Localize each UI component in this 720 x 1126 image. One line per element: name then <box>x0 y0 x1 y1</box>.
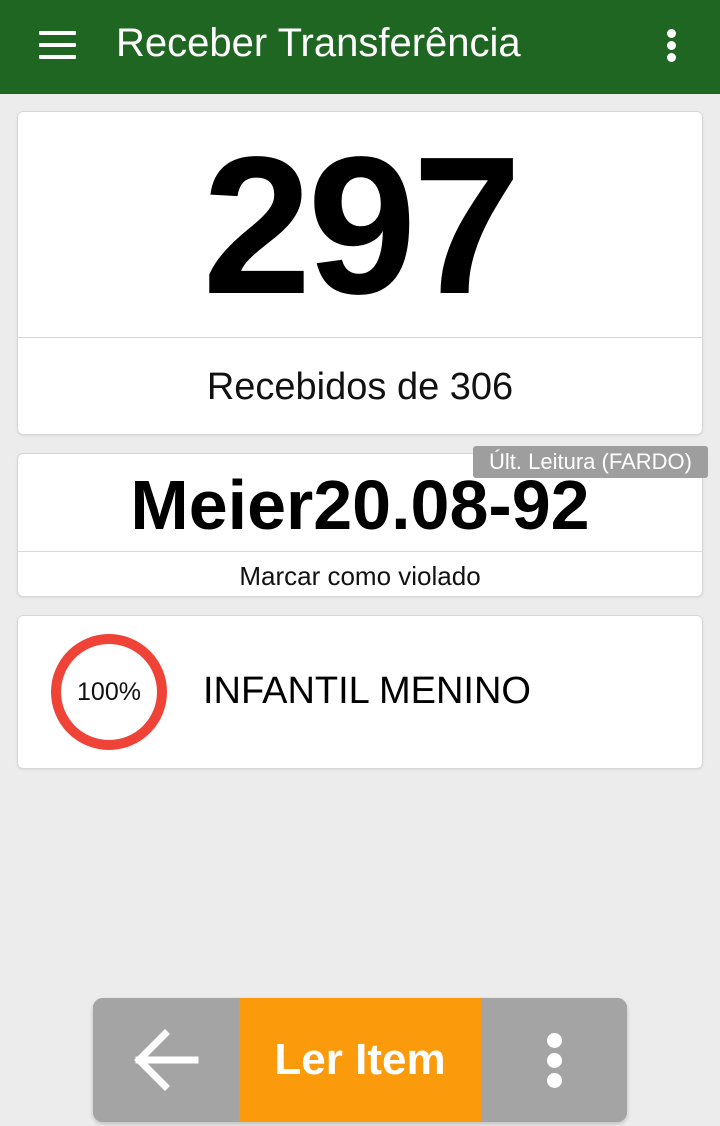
menu-line <box>39 55 76 59</box>
arrow-left-icon <box>134 1029 199 1091</box>
menu-dot <box>547 1073 562 1088</box>
read-item-button[interactable]: Ler Item <box>239 998 481 1122</box>
progress-percent: 100% <box>77 678 141 706</box>
menu-dot <box>547 1053 562 1068</box>
received-total-label: Recebidos de 306 <box>206 366 514 408</box>
back-button[interactable] <box>93 998 239 1122</box>
page-title: Receber Transferência <box>116 21 521 65</box>
menu-dot <box>667 53 676 62</box>
mark-violated-button[interactable]: Marcar como violado <box>18 558 702 596</box>
divider <box>18 551 702 552</box>
received-count-card: 297 Recebidos de 306 <box>17 111 703 435</box>
hamburger-menu-icon[interactable] <box>28 22 86 68</box>
menu-dot <box>667 29 676 38</box>
menu-line <box>39 31 76 35</box>
app-bar: Receber Transferência <box>0 0 720 94</box>
menu-dot <box>667 41 676 50</box>
more-vertical-icon[interactable] <box>481 998 627 1122</box>
category-name: INFANTIL MENINO <box>203 670 531 712</box>
last-read-badge: Últ. Leitura (FARDO) <box>473 446 708 478</box>
menu-line <box>39 43 76 47</box>
received-count: 297 <box>202 116 521 335</box>
more-vertical-icon[interactable] <box>650 20 694 70</box>
menu-dot <box>547 1033 562 1048</box>
bottom-action-bar: Ler Item <box>93 998 627 1122</box>
divider <box>18 337 702 338</box>
